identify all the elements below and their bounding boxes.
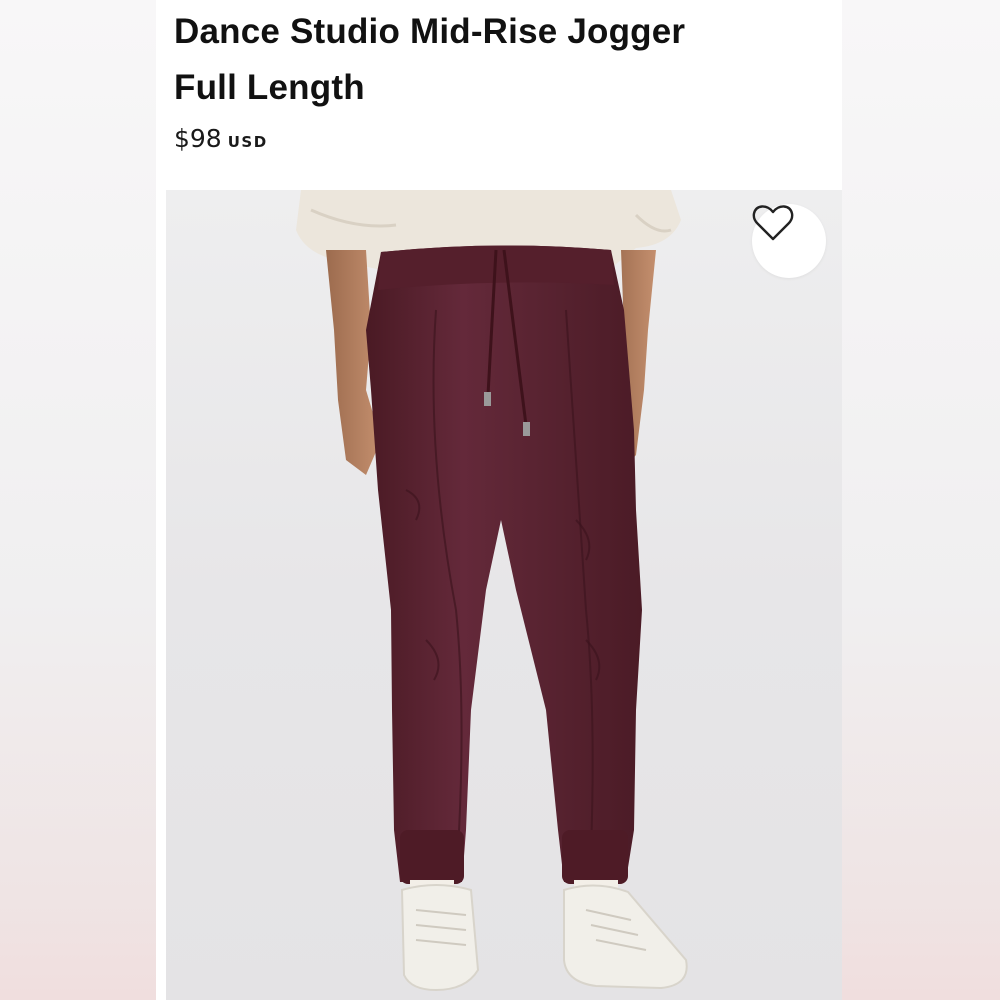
joggers [366, 245, 642, 883]
left-backdrop [0, 0, 156, 1000]
wishlist-button[interactable] [752, 204, 826, 278]
product-title: Dance Studio Mid-Rise Jogger Full Length [174, 4, 814, 116]
product-card: Dance Studio Mid-Rise Jogger Full Length… [156, 0, 842, 1000]
price-currency: USD [227, 133, 268, 151]
product-image[interactable] [166, 190, 842, 1000]
left-cuff [400, 830, 464, 884]
product-title-line-1: Dance Studio Mid-Rise Jogger [174, 12, 686, 51]
right-backdrop [842, 0, 1000, 1000]
heart-icon [752, 205, 794, 241]
product-title-line-2: Full Length [174, 68, 365, 107]
price-row: $98 USD [174, 124, 268, 164]
product-photo-illustration [296, 190, 688, 992]
right-shoe [563, 884, 688, 990]
product-price: $98 [174, 124, 222, 153]
right-cuff [562, 830, 628, 884]
left-shoe [400, 884, 480, 992]
